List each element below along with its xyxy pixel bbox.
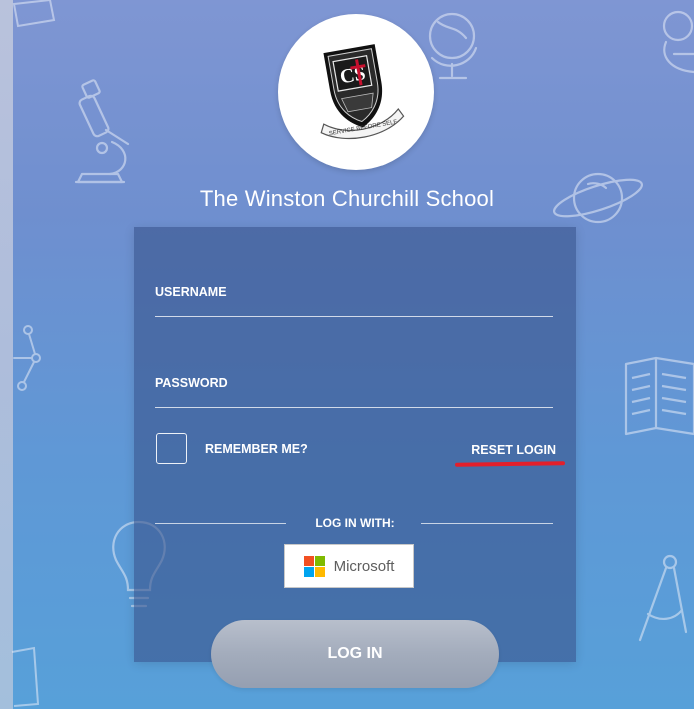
school-logo: CS SERVICE BEFORE SELF [278,14,434,170]
divider-right [421,523,553,524]
microscope-partial-icon [656,4,694,80]
open-book-icon [620,350,694,436]
microscope-icon [62,78,140,190]
red-annotation-underline [454,461,566,467]
molecule-icon [10,322,44,396]
notebook-corner-doodle-icon [10,644,40,708]
username-underline [155,316,553,317]
compass-icon [630,548,690,644]
school-crest-icon: CS SERVICE BEFORE SELF [320,44,405,140]
username-input[interactable] [155,295,553,317]
microsoft-login-button[interactable]: Microsoft [284,544,414,588]
microsoft-logo-icon [303,555,325,577]
password-input[interactable] [155,386,553,408]
school-name: The Winston Churchill School [199,186,495,211]
globe-icon [426,8,484,88]
password-underline [155,407,553,408]
remember-me-label[interactable]: REMEMBER ME? [205,442,308,456]
microsoft-label: Microsoft [333,557,395,575]
login-card: USERNAME PASSWORD REMEMBER ME? RESET LOG… [134,227,576,662]
reset-login-link[interactable]: RESET LOGIN [471,443,556,457]
login-button[interactable]: LOG IN [211,620,499,688]
remember-me-checkbox[interactable] [156,433,187,464]
book-corner-doodle-icon [10,0,58,28]
